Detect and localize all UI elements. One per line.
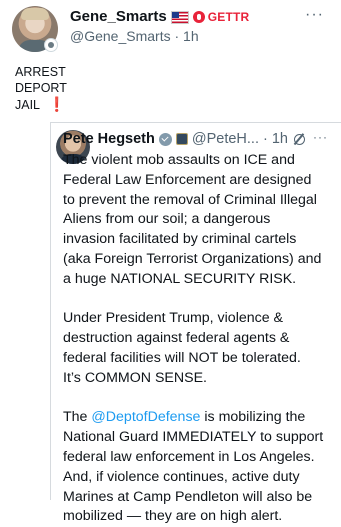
quote-border-top	[50, 122, 341, 123]
quoted-line: Federal Law Enforcement are designed	[63, 171, 312, 188]
quoted-line: National Guard IMMEDIATELY to support	[63, 429, 324, 446]
quoted-line: And, if violence continues, active duty	[63, 468, 300, 485]
author-display-name[interactable]: Gene_Smarts	[70, 8, 167, 26]
quoted-line: to prevent the removal of Criminal Illeg…	[63, 191, 317, 208]
avatar-hair	[21, 8, 49, 20]
quote-border-left	[50, 122, 51, 500]
gettr-label: GETTR	[207, 10, 250, 24]
quoted-line: Under President Trump, violence &	[63, 310, 284, 327]
quoted-time[interactable]: 1h	[272, 130, 288, 148]
author-name-row: Gene_Smarts GETTR	[70, 8, 249, 26]
quoted-line: federal facilities will NOT be tolerated…	[63, 349, 301, 366]
quoted-line: destruction against federal agents &	[63, 330, 290, 347]
quoted-handle[interactable]: @PeteH...	[192, 130, 259, 148]
post-line: DEPORT	[15, 81, 67, 95]
post-text: ARREST DEPORT JAIL ❗	[15, 64, 67, 113]
quoted-line: a huge NATIONAL SECURITY RISK.	[63, 270, 297, 287]
separator-dot: ·	[174, 28, 184, 44]
us-flag-icon	[170, 10, 189, 24]
quoted-line: It’s COMMON SENSE.	[63, 369, 207, 386]
quoted-line: invasion facilitated by criminal cartels	[63, 231, 297, 248]
post-line-with-emoji: JAIL ❗	[15, 96, 66, 112]
quoted-display-name[interactable]: Pete Hegseth	[63, 130, 155, 148]
quoted-text: The violent mob assaults on ICE and Fede…	[63, 151, 323, 527]
gov-verified-icon	[158, 132, 172, 146]
exclamation-icon: ❗	[48, 96, 66, 112]
dod-mention-link[interactable]: @DeptofDefense	[91, 409, 200, 425]
author-handle[interactable]: @Gene_Smarts	[70, 28, 171, 44]
separator-dot: ·	[262, 131, 268, 147]
grok-icon[interactable]	[293, 133, 305, 145]
quoted-line-with-mention: The @DeptofDefense is mobilizing the	[63, 409, 306, 426]
gettr-logo-icon	[192, 11, 205, 23]
quoted-more-options-icon[interactable]: ···	[313, 130, 328, 144]
quoted-line: The violent mob assaults on ICE and	[63, 152, 295, 168]
more-options-icon[interactable]: ···	[305, 6, 324, 24]
author-handle-row: @Gene_Smarts · 1h	[70, 28, 199, 44]
quoted-line: (aka Foreign Terrorist Organizations) an…	[63, 250, 322, 267]
quoted-line: federal law enforcement in Los Angeles.	[63, 448, 315, 465]
quoted-line: Marines at Camp Pendleton will also be	[63, 488, 313, 505]
quoted-line: mobilized — they are on high alert.	[63, 508, 283, 525]
post-line: ARREST	[15, 65, 66, 79]
quoted-header: Pete Hegseth @PeteH... · 1h	[63, 130, 305, 148]
dod-seal-icon	[175, 133, 188, 145]
gettr-avatar-badge-icon	[44, 38, 58, 52]
quoted-line: Aliens from our soil; a dangerous	[63, 211, 271, 228]
post-time[interactable]: 1h	[183, 28, 199, 44]
